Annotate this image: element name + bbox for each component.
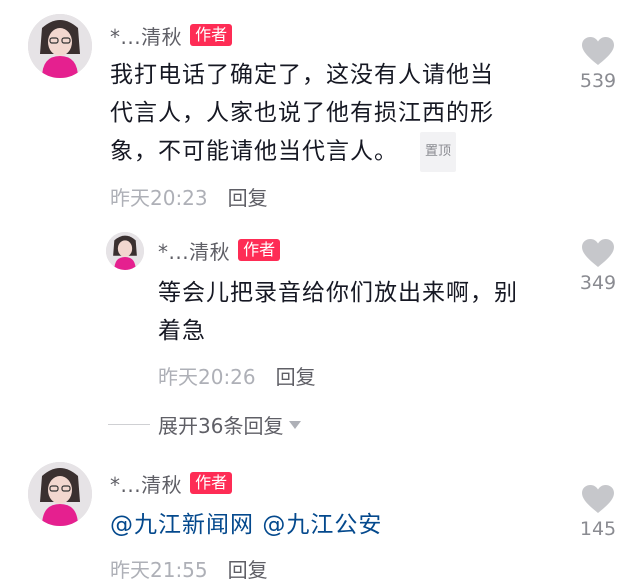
like-count: 145: [579, 518, 617, 540]
like-count: 539: [579, 70, 617, 92]
avatar-image: [28, 14, 92, 78]
like-button[interactable]: 349: [568, 238, 628, 294]
avatar-image: [28, 462, 92, 526]
like-button[interactable]: 539: [568, 36, 628, 92]
comment-meta: 昨天20:26 回复: [158, 361, 316, 390]
comment-text: 我打电话了确定了，这没有人请他当 代言人，人家也说了他有损江西的形 象，不可能请…: [110, 56, 570, 172]
comment-meta: 昨天20:23 回复: [110, 182, 268, 211]
comment-line: 等会儿把录音给你们放出来啊，别: [158, 280, 518, 306]
heart-icon: [582, 239, 614, 267]
comment-header: *...清秋 作者: [158, 236, 281, 265]
comment-header: *...清秋 作者: [110, 21, 233, 50]
reply-button[interactable]: 回复: [228, 182, 268, 211]
comment-meta: 昨天21:55 回复: [110, 554, 268, 583]
username[interactable]: *...清秋: [110, 21, 182, 50]
like-count: 349: [579, 272, 617, 294]
avatar-image: [106, 232, 144, 270]
comment-line: 代言人，人家也说了他有损江西的形: [110, 100, 494, 126]
comment-2: *...清秋 作者 等会儿把录音给你们放出来啊，别 着急 昨天20:26 回复 …: [0, 220, 640, 400]
avatar[interactable]: [28, 14, 92, 78]
avatar[interactable]: [106, 232, 144, 270]
comment-line: 象，不可能请他当代言人。 置顶: [110, 132, 570, 172]
like-button[interactable]: 145: [568, 484, 628, 540]
timestamp: 昨天20:23: [110, 186, 208, 210]
author-badge: 作者: [190, 472, 233, 494]
comment-line: 着急: [158, 318, 206, 344]
comment-1: *...清秋 作者 我打电话了确定了，这没有人请他当 代言人，人家也说了他有损江…: [0, 0, 640, 220]
author-badge: 作者: [190, 24, 233, 46]
reply-button[interactable]: 回复: [228, 554, 268, 583]
username[interactable]: *...清秋: [158, 236, 230, 265]
timestamp: 昨天20:26: [158, 365, 256, 389]
comment-line-text: 象，不可能请他当代言人。: [110, 138, 398, 165]
heart-icon: [582, 485, 614, 513]
comment-text: 等会儿把录音给你们放出来啊，别 着急: [158, 274, 568, 350]
expand-replies-button[interactable]: 展开36条回复: [108, 410, 302, 439]
comment-3: *...清秋 作者 @九江新闻网 @九江公安 昨天21:55 回复 145: [0, 450, 640, 588]
expand-replies-label: 展开36条回复: [158, 414, 284, 438]
divider: [108, 424, 150, 425]
avatar[interactable]: [28, 462, 92, 526]
comment-line: 我打电话了确定了，这没有人请他当: [110, 62, 494, 88]
heart-icon: [582, 37, 614, 65]
mention-link[interactable]: @九江公安: [262, 512, 382, 538]
comment-text: @九江新闻网 @九江公安: [110, 506, 570, 544]
pinned-badge: 置顶: [420, 132, 457, 172]
mention-link[interactable]: @九江新闻网: [110, 512, 254, 538]
chevron-down-icon: [289, 420, 302, 429]
reply-button[interactable]: 回复: [276, 361, 316, 390]
author-badge: 作者: [238, 239, 281, 261]
comment-header: *...清秋 作者: [110, 469, 233, 498]
username[interactable]: *...清秋: [110, 469, 182, 498]
timestamp: 昨天21:55: [110, 558, 208, 582]
